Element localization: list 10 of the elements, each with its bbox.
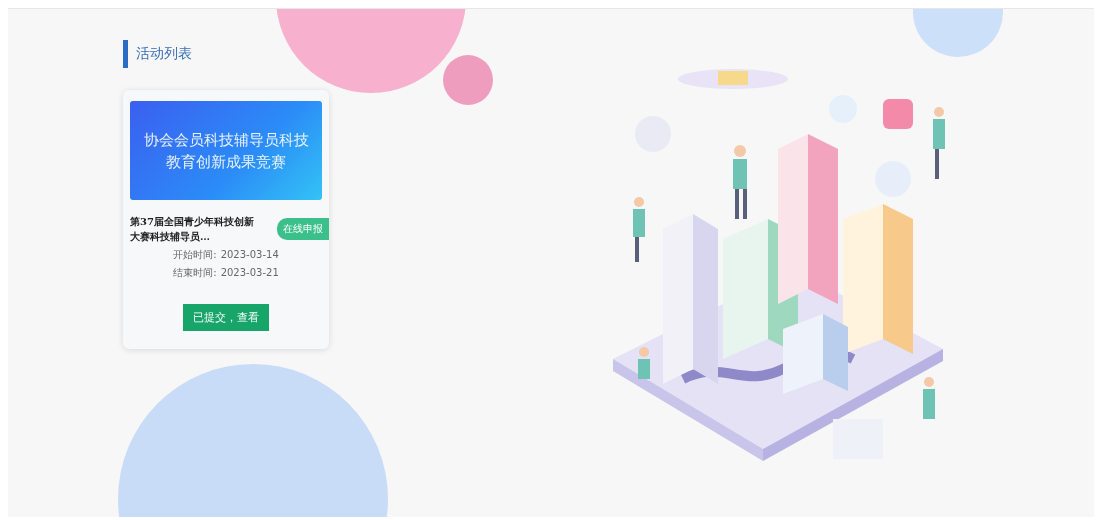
activity-title: 第37届全国青少年科技创新大赛科技辅导员… xyxy=(130,215,255,244)
status-badge: 在线申报 xyxy=(277,218,329,240)
end-label: 结束时间: xyxy=(173,267,217,278)
view-submission-button[interactable]: 已提交，查看 xyxy=(183,304,269,331)
start-label: 开始时间: xyxy=(173,249,217,260)
heading-marker xyxy=(123,40,128,68)
end-date: 2023-03-21 xyxy=(220,267,279,278)
start-date: 2023-03-14 xyxy=(220,249,279,260)
banner-title: 协会会员科技辅导员科技教育创新成果竞赛 xyxy=(142,129,310,173)
section-title: 活动列表 xyxy=(136,45,192,63)
